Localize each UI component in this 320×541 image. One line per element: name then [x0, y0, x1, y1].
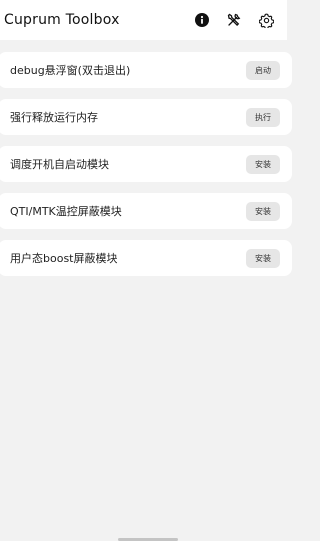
app-title: Cuprum Toolbox [4, 12, 120, 28]
settings-icon[interactable] [250, 4, 282, 36]
card-label: QTI/MTK温控屏蔽模块 [10, 205, 122, 218]
app-bar: Cuprum Toolbox [0, 0, 287, 40]
card-label: 强行释放运行内存 [10, 111, 98, 124]
card-thermal-block: QTI/MTK温控屏蔽模块 安装 [0, 193, 292, 229]
card-boost-block: 用户态boost屏蔽模块 安装 [0, 240, 292, 276]
install-button[interactable]: 安装 [246, 248, 280, 268]
card-release-memory: 强行释放运行内存 执行 [0, 99, 292, 135]
start-button[interactable]: 启动 [246, 60, 280, 80]
module-list: debug悬浮窗(双击退出) 启动 强行释放运行内存 执行 调度开机自启动模块 … [0, 40, 292, 276]
execute-button[interactable]: 执行 [246, 107, 280, 127]
card-boot-scheduler: 调度开机自启动模块 安装 [0, 146, 292, 182]
card-label: 用户态boost屏蔽模块 [10, 252, 118, 265]
card-label: debug悬浮窗(双击退出) [10, 64, 131, 77]
tools-icon[interactable] [218, 4, 250, 36]
install-button[interactable]: 安装 [246, 154, 280, 174]
install-button[interactable]: 安装 [246, 201, 280, 221]
app-actions [186, 4, 282, 36]
info-icon[interactable] [186, 4, 218, 36]
card-label: 调度开机自启动模块 [10, 158, 109, 171]
card-debug-overlay: debug悬浮窗(双击退出) 启动 [0, 52, 292, 88]
